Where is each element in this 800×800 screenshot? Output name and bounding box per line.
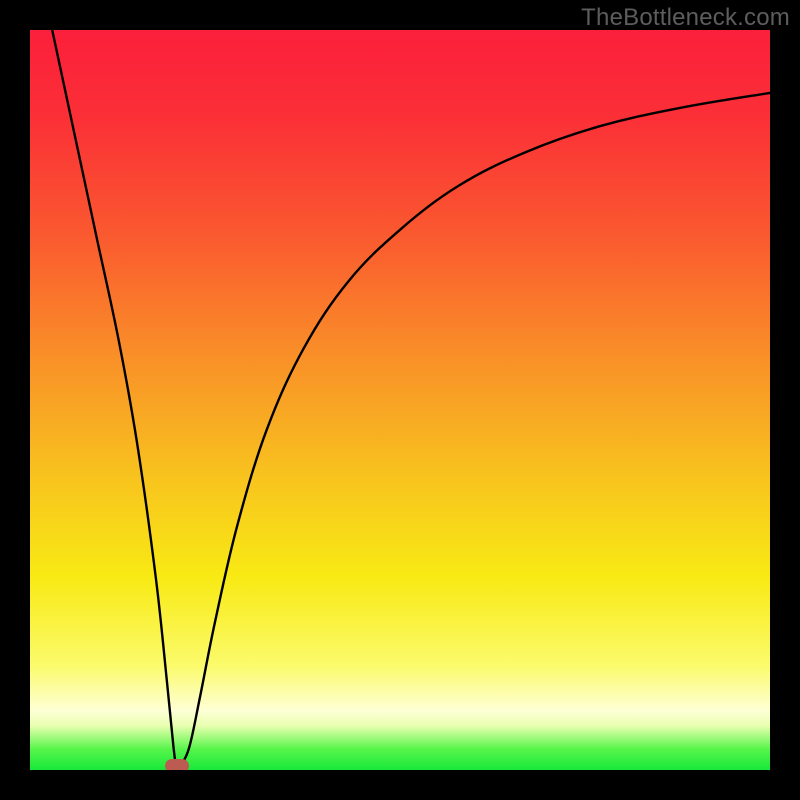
- plot-area: [30, 30, 770, 770]
- optimal-marker: [165, 759, 189, 770]
- chart-frame: TheBottleneck.com: [0, 0, 800, 800]
- curve-svg: [30, 30, 770, 770]
- bottleneck-curve: [52, 30, 770, 769]
- watermark-text: TheBottleneck.com: [581, 4, 790, 32]
